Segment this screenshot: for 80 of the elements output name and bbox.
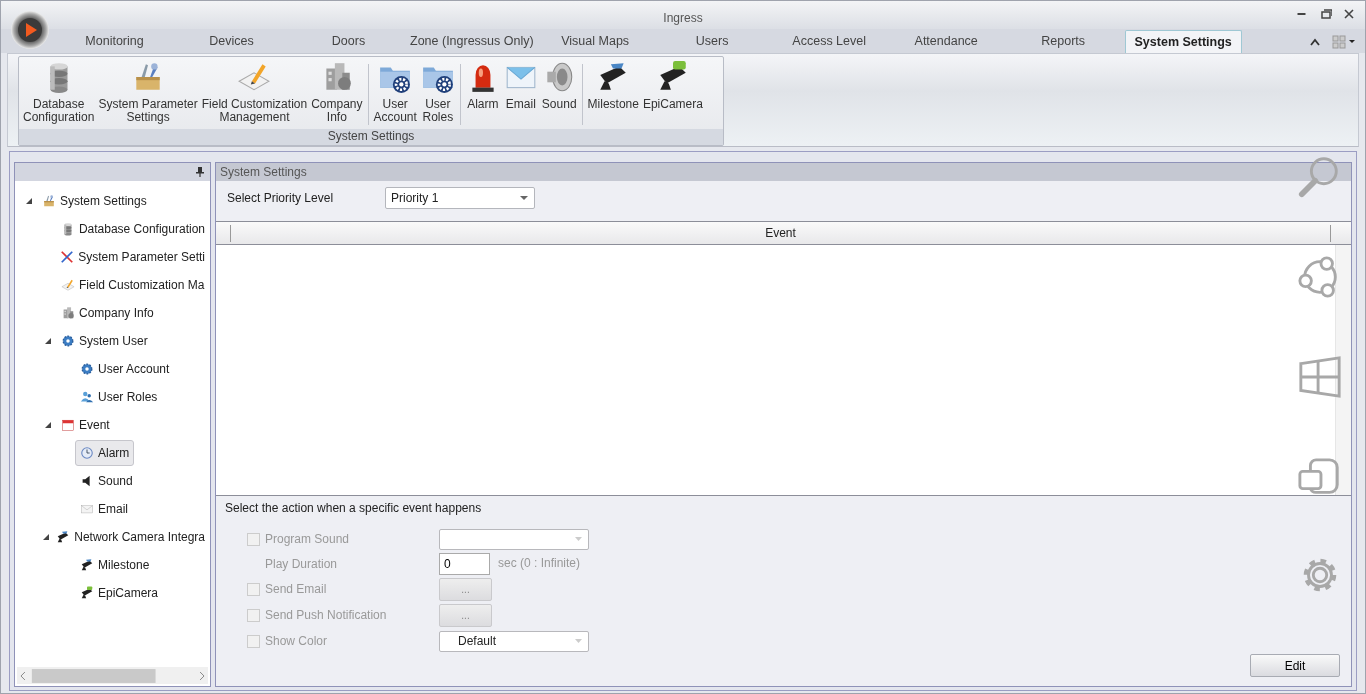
tree-item[interactable]: Milestone (75, 552, 155, 578)
toolbox-icon (42, 194, 56, 208)
ribbon-tab[interactable]: System Settings (1124, 30, 1242, 53)
checkbox-label: Show Color (265, 633, 329, 650)
window-title: Ingress (662, 10, 704, 27)
tree-item[interactable]: Email (75, 496, 133, 522)
caret-icon (575, 537, 582, 541)
ribbon-tab[interactable]: Zone (Ingressus Only) (407, 30, 537, 53)
ribbon-button[interactable]: Email (501, 60, 540, 129)
ribbon-tab[interactable]: Access Level (770, 30, 888, 53)
tree-item[interactable]: System User (56, 328, 153, 354)
gear-icon (80, 362, 94, 376)
layout-menu-button[interactable] (1331, 32, 1357, 51)
ribbon-button[interactable]: System Parameter Settings (96, 60, 200, 129)
tree-item[interactable]: User Roles (75, 384, 163, 410)
camera-icon (56, 530, 71, 544)
ribbon-tab[interactable]: Monitoring (56, 30, 173, 53)
gear-icon (61, 334, 75, 348)
dropdown[interactable] (439, 528, 589, 550)
tree-item[interactable]: EpiCamera (75, 580, 164, 606)
play-icon (17, 17, 43, 43)
camera-icon (80, 558, 94, 572)
camera-icon (80, 586, 94, 600)
checkbox-label: Send Push Notification (265, 607, 388, 624)
collapse-triangle-icon (25, 197, 33, 205)
caret-icon (520, 195, 528, 201)
tree-item[interactable]: Alarm (75, 440, 135, 466)
ribbon-button[interactable]: Milestone (585, 60, 641, 129)
clock-icon (80, 446, 94, 460)
collapse-triangle-icon (41, 533, 50, 541)
restore-icon (1318, 7, 1332, 21)
ribbon-tab[interactable]: Doors (290, 30, 407, 53)
edit-button[interactable]: Edit (1250, 654, 1340, 677)
tree-item[interactable]: System Parameter Setti (55, 244, 210, 270)
calendar-icon (61, 418, 75, 432)
ribbon-button[interactable]: Alarm (463, 60, 502, 129)
crossed-tools-icon (60, 250, 75, 264)
unit-label: sec (0 : Infinite) (498, 555, 581, 572)
pencil-icon (61, 278, 75, 292)
checkbox-label: Send Email (265, 581, 328, 598)
ribbon-button[interactable]: Field Customization Management (199, 60, 310, 129)
collapse-triangle-icon (44, 421, 52, 429)
checkbox-label: Program Sound (265, 531, 351, 548)
ribbon-tab[interactable]: Devices (173, 30, 290, 53)
tree-item[interactable]: Sound (75, 468, 138, 494)
ribbon-button[interactable]: EpiCamera (640, 60, 705, 129)
close-icon (1342, 7, 1356, 21)
ribbon-button[interactable]: Sound (539, 60, 579, 129)
envelope-icon (80, 502, 94, 516)
ribbon-button[interactable]: User Roles (418, 60, 457, 129)
people-icon (80, 390, 94, 404)
tree-item[interactable]: Company Info (56, 300, 159, 326)
ribbon-tab[interactable]: Visual Maps (536, 30, 654, 53)
priority-dropdown[interactable]: Priority 1 (385, 187, 535, 209)
ribbon-tab[interactable]: Users (653, 30, 771, 53)
ribbon-button[interactable]: Company Info (309, 60, 365, 129)
minimize-icon (1296, 13, 1306, 15)
ribbon-tab[interactable]: Attendance (887, 30, 1005, 53)
chevron-up-icon (1309, 36, 1321, 47)
tree-item[interactable]: Field Customization Ma (56, 272, 210, 298)
ribbon-group-caption: System Settings (19, 129, 723, 145)
field-label: Play Duration (264, 556, 339, 573)
caret-icon (575, 639, 582, 643)
vertical-scrollbar[interactable] (1335, 245, 1351, 495)
building-icon (61, 306, 75, 320)
pin-icon (196, 167, 204, 177)
tree-item[interactable]: Event (56, 412, 115, 438)
tree-item[interactable]: User Account (75, 356, 175, 382)
panel-title: System Settings (216, 163, 1351, 181)
collapse-triangle-icon (44, 337, 52, 345)
ribbon-button[interactable]: User Account (371, 60, 419, 129)
tree-item[interactable]: System Settings (37, 188, 152, 214)
ribbon-tab[interactable]: Reports (1004, 30, 1122, 53)
grid-layout-icon (1332, 34, 1356, 49)
field-label: Select Priority Level (227, 190, 335, 207)
tree-item[interactable]: Network Camera Integra (51, 524, 210, 550)
tree-item[interactable]: Database Configuration (55, 216, 210, 242)
ribbon-button[interactable]: Database Configuration (21, 60, 97, 129)
section-heading: Select the action when a specific event happens (224, 500, 483, 517)
windows-logo-icon[interactable] (1297, 354, 1343, 400)
